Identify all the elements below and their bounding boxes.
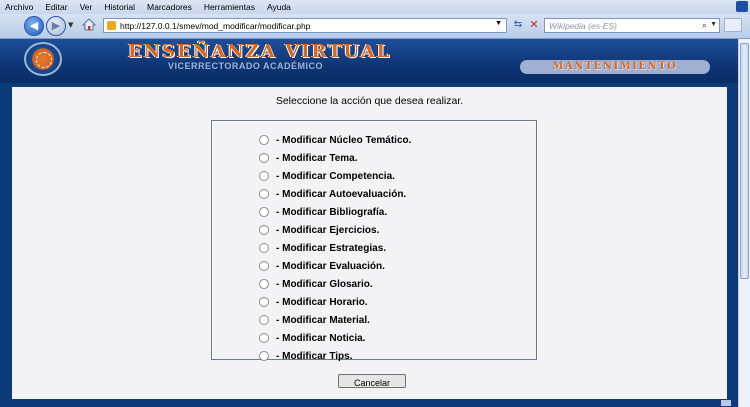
radio-button[interactable]: [259, 315, 269, 325]
radio-button[interactable]: [259, 135, 269, 145]
menu-editar[interactable]: Editar: [39, 2, 73, 12]
chevron-down-icon[interactable]: ▼: [495, 20, 502, 27]
option-label: - Modificar Competencia.: [276, 170, 395, 182]
option-tips[interactable]: - Modificar Tips.: [259, 349, 353, 363]
option-bibliografia[interactable]: - Modificar Bibliografía.: [259, 205, 387, 219]
option-label: - Modificar Tema.: [276, 152, 358, 164]
site-subtitle: VICERRECTORADO ACADÉMICO: [168, 61, 324, 71]
arrow-right-icon: ▶: [51, 19, 61, 32]
arrow-left-icon: ◀: [29, 19, 39, 32]
option-label: - Modificar Material.: [276, 314, 370, 326]
option-label: - Modificar Ejercicios.: [276, 224, 380, 236]
menu-herramientas[interactable]: Herramientas: [198, 2, 261, 12]
menu-ayuda[interactable]: Ayuda: [261, 2, 297, 12]
option-label: - Modificar Núcleo Temático.: [276, 134, 412, 146]
search-input[interactable]: Wikipedia (es-ES) ⌕ ▼: [544, 18, 720, 33]
forward-button[interactable]: ▶: [46, 16, 66, 36]
search-icon[interactable]: ⌕: [702, 20, 707, 31]
page-footer: [0, 399, 739, 407]
option-nucleo-tematico[interactable]: - Modificar Núcleo Temático.: [259, 133, 411, 147]
option-label: - Modificar Horario.: [276, 296, 368, 308]
scrollbar-thumb[interactable]: [740, 43, 749, 279]
option-ejercicios[interactable]: - Modificar Ejercicios.: [259, 223, 379, 237]
browser-nav-bar: ◀ ▶ ▼ http://127.0.0.1/smev/mod_modifica…: [0, 14, 750, 39]
menu-marcadores[interactable]: Marcadores: [141, 2, 198, 12]
page-prompt: Seleccione la acción que desea realizar.: [275, 95, 464, 107]
search-placeholder: Wikipedia (es-ES): [549, 21, 617, 31]
radio-button[interactable]: [259, 351, 269, 361]
option-noticia[interactable]: - Modificar Noticia.: [259, 331, 365, 345]
option-label: - Modificar Noticia.: [276, 332, 366, 344]
web-page: ENSEÑANZA VIRTUAL VICERRECTORADO ACADÉMI…: [0, 39, 739, 407]
option-tema[interactable]: - Modificar Tema.: [259, 151, 358, 165]
radio-button[interactable]: [259, 153, 269, 163]
stop-button[interactable]: ✕: [527, 18, 541, 32]
option-label: - Modificar Estrategias.: [276, 242, 387, 254]
option-label: - Modificar Glosario.: [276, 278, 373, 290]
site-banner: ENSEÑANZA VIRTUAL VICERRECTORADO ACADÉMI…: [0, 39, 739, 83]
footer-icon[interactable]: [721, 400, 731, 406]
cancel-button[interactable]: Cancelar: [338, 374, 406, 388]
browser-menu-bar: Archivo Editar Ver Historial Marcadores …: [0, 0, 750, 14]
radio-button[interactable]: [259, 243, 269, 253]
chevron-down-icon[interactable]: ▼: [710, 21, 717, 28]
browser-logo-icon: [736, 1, 748, 12]
site-title: ENSEÑANZA VIRTUAL: [128, 41, 392, 62]
radio-button[interactable]: [259, 225, 269, 235]
back-button[interactable]: ◀: [24, 16, 44, 36]
option-horario[interactable]: - Modificar Horario.: [259, 295, 368, 309]
option-label: - Modificar Tips.: [276, 350, 353, 362]
extension-button[interactable]: [724, 18, 742, 32]
radio-button[interactable]: [259, 333, 269, 343]
option-label: - Modificar Evaluación.: [276, 260, 385, 272]
radio-button[interactable]: [259, 279, 269, 289]
main-content: Seleccione la acción que desea realizar.…: [12, 87, 727, 399]
university-seal-icon: [24, 42, 62, 76]
options-panel: - Modificar Núcleo Temático. - Modificar…: [211, 120, 537, 363]
option-label: - Modificar Autoevaluación.: [276, 188, 407, 200]
option-estrategias[interactable]: - Modificar Estrategias.: [259, 241, 386, 255]
option-material[interactable]: - Modificar Material.: [259, 313, 370, 327]
option-autoevaluacion[interactable]: - Modificar Autoevaluación.: [259, 187, 406, 201]
reload-button[interactable]: ⇆: [511, 18, 525, 32]
radio-button[interactable]: [259, 189, 269, 199]
favicon-icon: [107, 21, 116, 30]
url-text: http://127.0.0.1/smev/mod_modificar/modi…: [120, 21, 311, 31]
vertical-scrollbar[interactable]: [738, 39, 750, 407]
home-icon[interactable]: [82, 18, 96, 31]
url-bar[interactable]: http://127.0.0.1/smev/mod_modificar/modi…: [103, 18, 507, 33]
radio-button[interactable]: [259, 207, 269, 217]
radio-button[interactable]: [259, 297, 269, 307]
menu-historial[interactable]: Historial: [98, 2, 141, 12]
menu-archivo[interactable]: Archivo: [0, 2, 39, 12]
menu-ver[interactable]: Ver: [74, 2, 99, 12]
history-dropdown-icon[interactable]: ▼: [68, 21, 73, 29]
option-competencia[interactable]: - Modificar Competencia.: [259, 169, 395, 183]
option-evaluacion[interactable]: - Modificar Evaluación.: [259, 259, 385, 273]
radio-button[interactable]: [259, 171, 269, 181]
option-glosario[interactable]: - Modificar Glosario.: [259, 277, 373, 291]
radio-button[interactable]: [259, 261, 269, 271]
option-label: - Modificar Bibliografía.: [276, 206, 388, 218]
section-badge: MANTENIMIENTO: [520, 60, 710, 74]
